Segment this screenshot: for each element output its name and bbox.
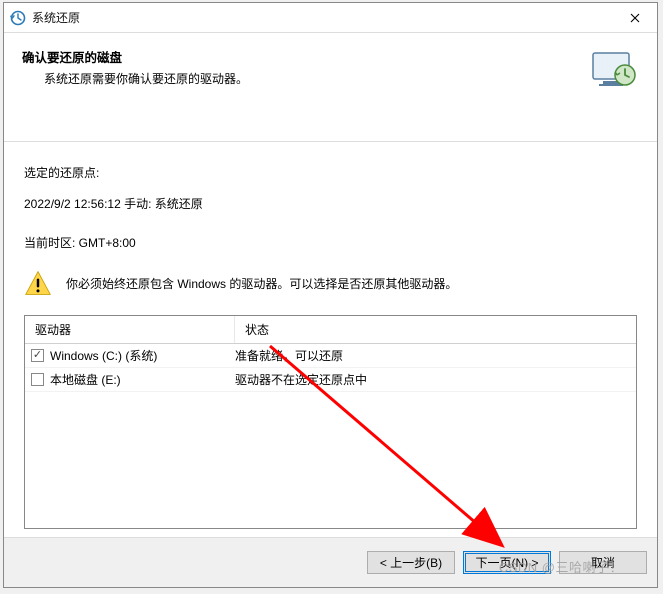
drive-checkbox[interactable]: [31, 349, 44, 362]
warning-row: 你必须始终还原包含 Windows 的驱动器。可以选择是否还原其他驱动器。: [24, 269, 637, 297]
restore-monitor-icon: [583, 45, 643, 95]
wizard-footer: < 上一步(B) 下一页(N) > 取消: [4, 537, 657, 587]
drive-status: 准备就绪，可以还原: [235, 347, 630, 364]
system-restore-dialog: 系统还原 确认要还原的磁盘 系统还原需要你确认要还原的驱动器。: [3, 2, 658, 588]
drive-checkbox[interactable]: [31, 373, 44, 386]
warning-icon: [24, 269, 52, 297]
column-header-drive[interactable]: 驱动器: [25, 316, 235, 343]
drive-name: 本地磁盘 (E:): [50, 371, 121, 388]
page-subheading: 系统还原需要你确认要还原的驱动器。: [44, 70, 583, 87]
restore-point-value: 2022/9/2 12:56:12 手动: 系统还原: [24, 195, 637, 212]
column-header-status[interactable]: 状态: [235, 316, 636, 343]
drive-status: 驱动器不在选定还原点中: [235, 371, 630, 388]
table-row[interactable]: 本地磁盘 (E:) 驱动器不在选定还原点中: [25, 368, 636, 392]
timezone-label: 当前时区: GMT+8:00: [24, 234, 637, 251]
warning-text: 你必须始终还原包含 Windows 的驱动器。可以选择是否还原其他驱动器。: [66, 275, 457, 292]
cancel-button[interactable]: 取消: [559, 551, 647, 574]
drive-name: Windows (C:) (系统): [50, 347, 157, 364]
dialog-content: 确认要还原的磁盘 系统还原需要你确认要还原的驱动器。 选定的还原点: 2022/…: [4, 33, 657, 537]
page-heading: 确认要还原的磁盘: [22, 47, 583, 66]
window-title: 系统还原: [32, 9, 613, 26]
back-button[interactable]: < 上一步(B): [367, 551, 455, 574]
titlebar: 系统还原: [4, 3, 657, 33]
drive-table: 驱动器 状态 Windows (C:) (系统) 准备就绪，可以还原 本地磁盘 …: [24, 315, 637, 529]
header-separator: [4, 141, 657, 142]
next-button[interactable]: 下一页(N) >: [463, 551, 551, 574]
table-header: 驱动器 状态: [25, 316, 636, 344]
table-row[interactable]: Windows (C:) (系统) 准备就绪，可以还原: [25, 344, 636, 368]
dialog-header: 确认要还原的磁盘 系统还原需要你确认要还原的驱动器。: [18, 45, 643, 95]
selected-restore-point-label: 选定的还原点:: [24, 164, 637, 181]
system-restore-icon: [10, 10, 26, 26]
close-button[interactable]: [613, 3, 657, 32]
